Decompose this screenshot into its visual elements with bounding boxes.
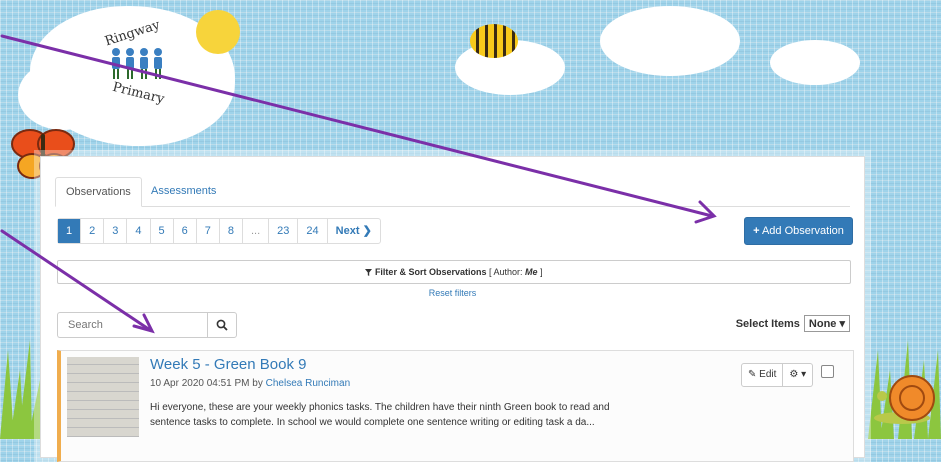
arrow-head-search [132, 313, 155, 334]
arrow-to-add-observation [0, 34, 714, 218]
arrow-to-search [0, 229, 152, 332]
annotation-arrows [0, 34, 717, 334]
